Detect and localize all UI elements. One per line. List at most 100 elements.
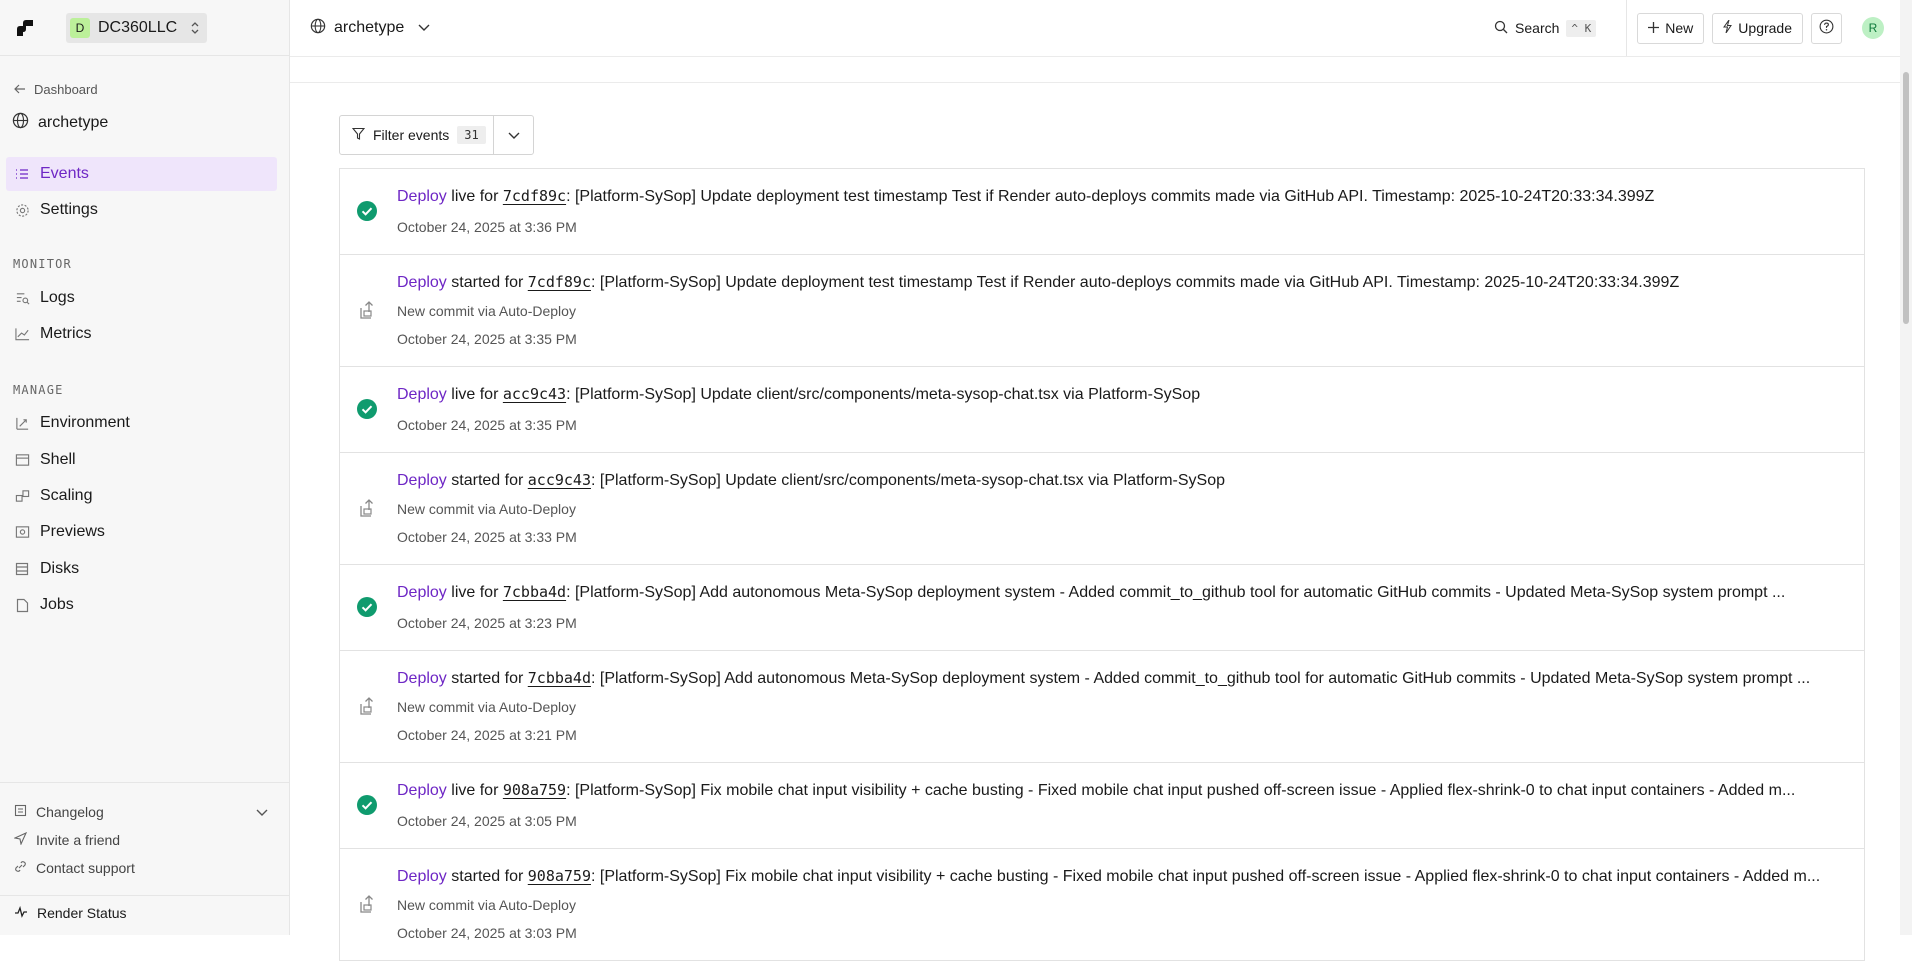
commit-message: : [Platform-SySop] Fix mobile chat input… — [566, 782, 1796, 799]
filter-events-button[interactable]: Filter events 31 — [339, 115, 534, 155]
sidebar-item-environment[interactable]: Environment — [6, 406, 277, 440]
event-title: Deploy live for 908a759: [Platform-SySop… — [397, 781, 1824, 800]
event-verb: started — [451, 868, 501, 885]
event-verb: live — [451, 782, 476, 799]
project-switcher[interactable]: archetype — [310, 18, 430, 39]
sidebar-item-disks[interactable]: Disks — [6, 552, 277, 586]
search-button[interactable]: Search ^ K — [1494, 19, 1597, 37]
commit-message: : [Platform-SySop] Update deployment tes… — [566, 188, 1655, 205]
changelog-label: Changelog — [36, 804, 104, 820]
event-for: for — [479, 386, 499, 403]
header-divider — [290, 56, 1900, 57]
event-timestamp: October 24, 2025 at 3:35 PM — [397, 331, 577, 347]
changelog-toggle[interactable]: Changelog — [14, 804, 268, 820]
commit-sha-link[interactable]: acc9c43 — [503, 385, 566, 403]
send-icon — [13, 831, 28, 848]
event-for: for — [504, 274, 524, 291]
commit-sha-link[interactable]: 7cdf89c — [528, 273, 591, 291]
sidebar-item-jobs[interactable]: Jobs — [6, 588, 277, 622]
sidebar-item-label: Events — [40, 165, 89, 182]
page-scrollbar[interactable] — [1900, 0, 1912, 935]
commit-sha-link[interactable]: 908a759 — [528, 867, 591, 885]
search-shortcut: ^ K — [1566, 19, 1597, 37]
gear-icon — [14, 202, 30, 218]
activity-icon — [14, 905, 28, 921]
commit-sha-link[interactable]: 7cdf89c — [503, 187, 566, 205]
disks-icon — [14, 561, 30, 577]
event-row[interactable]: Deploy live for 908a759: [Platform-SySop… — [340, 763, 1864, 849]
plus-icon — [1648, 20, 1660, 36]
event-for: for — [479, 188, 499, 205]
event-row[interactable]: Deploy started for 908a759: [Platform-Sy… — [340, 849, 1864, 961]
event-row[interactable]: Deploy live for 7cbba4d: [Platform-SySop… — [340, 565, 1864, 651]
sidebar-item-logs[interactable]: Logs — [6, 281, 277, 315]
event-timestamp: October 24, 2025 at 3:33 PM — [397, 529, 577, 545]
event-timestamp: October 24, 2025 at 3:35 PM — [397, 417, 577, 433]
sidebar-item-previews[interactable]: Previews — [6, 515, 277, 549]
event-verb: started — [451, 274, 501, 291]
check-circle-icon — [356, 200, 378, 222]
workspace-name: DC360LLC — [98, 18, 178, 36]
deploy-link[interactable]: Deploy — [397, 782, 447, 799]
commit-sha-link[interactable]: 908a759 — [503, 781, 566, 799]
deploy-started-icon — [356, 299, 378, 321]
deploy-link[interactable]: Deploy — [397, 472, 447, 489]
back-to-dashboard-link[interactable]: Dashboard — [14, 82, 98, 97]
event-row[interactable]: Deploy started for 7cbba4d: [Platform-Sy… — [340, 651, 1864, 763]
event-timestamp: October 24, 2025 at 3:36 PM — [397, 219, 577, 235]
sidebar-item-label: Previews — [40, 523, 105, 540]
deploy-link[interactable]: Deploy — [397, 386, 447, 403]
event-row[interactable]: Deploy started for acc9c43: [Platform-Sy… — [340, 453, 1864, 565]
new-label: New — [1665, 20, 1694, 36]
contact-support-link[interactable]: Contact support — [14, 860, 135, 876]
event-trigger: New commit via Auto-Deploy — [397, 897, 576, 913]
event-row[interactable]: Deploy started for 7cdf89c: [Platform-Sy… — [340, 255, 1864, 367]
event-verb: live — [451, 188, 476, 205]
commit-sha-link[interactable]: 7cbba4d — [528, 669, 591, 687]
event-for: for — [504, 670, 524, 687]
event-for: for — [504, 472, 524, 489]
event-for: for — [479, 782, 499, 799]
sidebar-item-scaling[interactable]: Scaling — [6, 479, 277, 513]
event-title: Deploy live for 7cbba4d: [Platform-SySop… — [397, 583, 1824, 602]
sidebar-item-settings[interactable]: Settings — [6, 193, 277, 227]
sidebar-item-shell[interactable]: Shell — [6, 443, 277, 477]
filter-dropdown-toggle[interactable] — [493, 116, 533, 154]
commit-message: : [Platform-SySop] Add autonomous Meta-S… — [566, 584, 1786, 601]
list-icon — [14, 166, 30, 182]
event-row[interactable]: Deploy live for acc9c43: [Platform-SySop… — [340, 367, 1864, 453]
event-row[interactable]: Deploy live for 7cdf89c: [Platform-SySop… — [340, 169, 1864, 255]
chevron-down-icon — [508, 127, 520, 143]
deploy-link[interactable]: Deploy — [397, 188, 447, 205]
sidebar-item-label: Jobs — [40, 596, 74, 613]
search-icon — [1494, 20, 1508, 37]
deploy-started-icon — [356, 893, 378, 915]
deploy-link[interactable]: Deploy — [397, 584, 447, 601]
upgrade-button[interactable]: Upgrade — [1712, 12, 1803, 44]
render-status-link[interactable]: Render Status — [14, 905, 127, 921]
lightning-icon — [1723, 19, 1733, 36]
event-timestamp: October 24, 2025 at 3:21 PM — [397, 727, 577, 743]
service-title: archetype — [12, 112, 108, 134]
user-avatar[interactable]: R — [1862, 17, 1884, 39]
scaling-icon — [14, 488, 30, 504]
logs-icon — [14, 290, 30, 306]
event-title: Deploy started for acc9c43: [Platform-Sy… — [397, 471, 1824, 490]
deploy-link[interactable]: Deploy — [397, 274, 447, 291]
render-logo-icon[interactable] — [14, 17, 36, 39]
invite-friend-link[interactable]: Invite a friend — [13, 831, 120, 848]
globe-icon — [12, 112, 29, 134]
commit-sha-link[interactable]: 7cbba4d — [503, 583, 566, 601]
sidebar-item-metrics[interactable]: Metrics — [6, 317, 277, 351]
service-name: archetype — [38, 114, 109, 131]
commit-sha-link[interactable]: acc9c43 — [528, 471, 591, 489]
deploy-link[interactable]: Deploy — [397, 670, 447, 687]
deploy-link[interactable]: Deploy — [397, 868, 447, 885]
filter-icon — [351, 127, 366, 143]
workspace-switcher[interactable]: D DC360LLC — [66, 12, 208, 43]
top-divider — [1626, 0, 1628, 56]
help-button[interactable] — [1811, 12, 1842, 44]
scrollbar-thumb[interactable] — [1903, 72, 1909, 324]
new-button[interactable]: New — [1637, 12, 1705, 44]
sidebar-item-events[interactable]: Events — [6, 157, 277, 191]
